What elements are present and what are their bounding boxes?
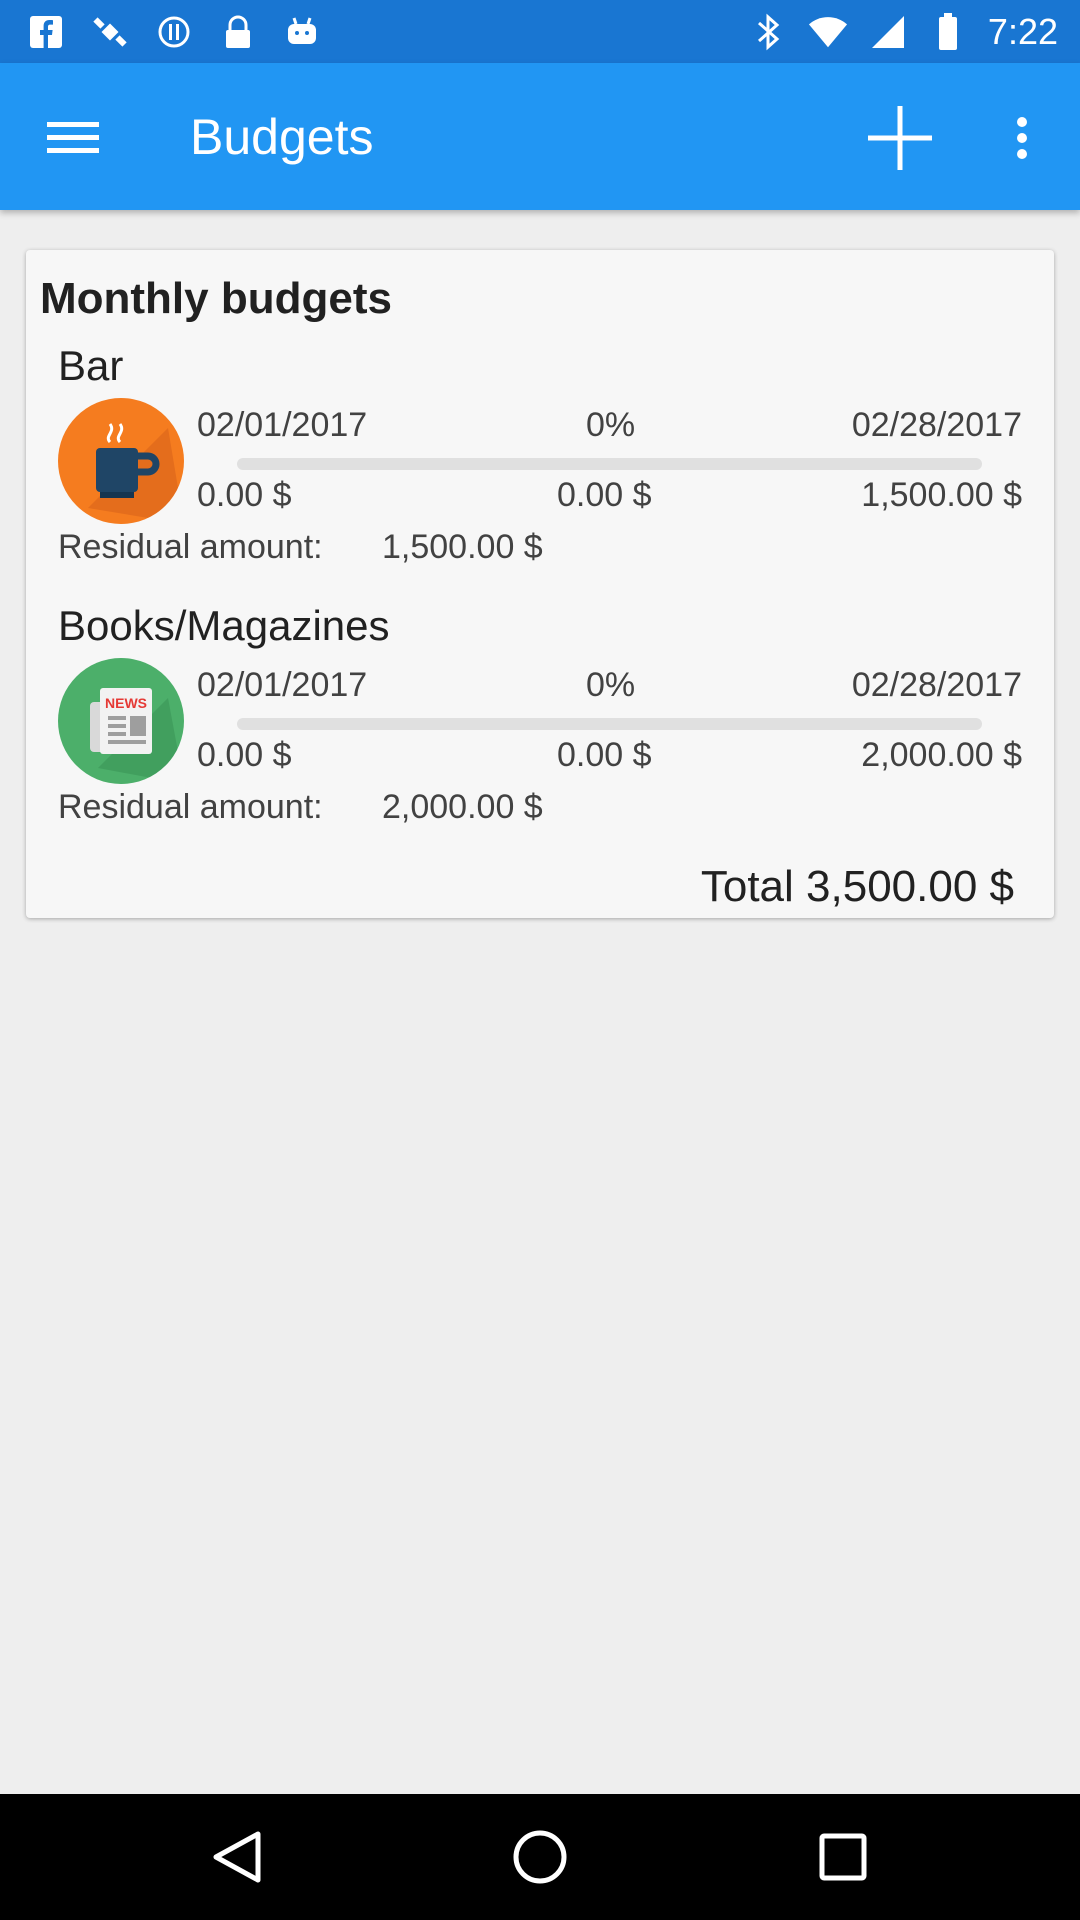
residual-value: 2,000.00 $ [382,788,543,826]
budget-amount: 2,000.00 $ [861,736,1022,774]
budget-item-bar[interactable]: Bar 02/01/2017 0% 02/28/2017 0.00 $ 0.00… [26,340,1054,600]
monthly-budgets-card: Monthly budgets Bar 02/01/2017 0% 02/28/… [26,250,1054,918]
start-date: 02/01/2017 [197,406,368,444]
spent-amount: 0.00 $ [197,476,292,514]
percent-label: 0% [586,666,636,704]
start-date: 02/01/2017 [197,666,368,704]
home-circle-icon[interactable] [505,1822,575,1892]
app-bar: Budgets [0,63,1080,210]
sync-icon [154,12,194,52]
newspaper-icon: NEWS [58,658,184,784]
signal-icon [868,12,908,52]
svg-text:NEWS: NEWS [105,695,147,711]
budget-progress-bar [237,718,982,730]
satellite-icon [90,12,130,52]
hamburger-menu-icon[interactable] [40,107,106,167]
percent-label: 0% [586,406,636,444]
end-date: 02/28/2017 [851,406,1022,444]
residual-label: Residual amount: [58,528,323,566]
budget-progress-bar [237,458,982,470]
navigation-bar [0,1794,1080,1920]
card-title: Monthly budgets [40,274,392,323]
page-title: Budgets [190,109,374,165]
back-triangle-icon[interactable] [202,1822,272,1892]
spent-amount: 0.00 $ [197,736,292,774]
residual-value: 1,500.00 $ [382,528,543,566]
total-amount: Total 3,500.00 $ [700,862,1014,911]
lock-icon [218,12,258,52]
clock-time: 7:22 [987,11,1058,52]
residual-label: Residual amount: [58,788,323,826]
recents-square-icon[interactable] [808,1822,878,1892]
budget-name: Books/Magazines [58,602,390,649]
bluetooth-icon [748,12,788,52]
more-vertical-icon[interactable] [1000,103,1044,173]
budget-name: Bar [58,342,124,389]
plus-icon[interactable] [865,103,935,173]
status-bar: 7:22 [0,0,1080,63]
budget-item-books-magazines[interactable]: Books/Magazines NEWS 02/01/2017 0% 02/28… [26,600,1054,860]
budget-amount: 1,500.00 $ [861,476,1022,514]
facebook-icon [26,12,66,52]
middle-amount: 0.00 $ [557,476,652,514]
middle-amount: 0.00 $ [557,736,652,774]
android-icon [282,12,322,52]
end-date: 02/28/2017 [851,666,1022,704]
coffee-cup-icon [58,398,184,524]
wifi-icon [808,12,848,52]
battery-icon [928,12,968,52]
